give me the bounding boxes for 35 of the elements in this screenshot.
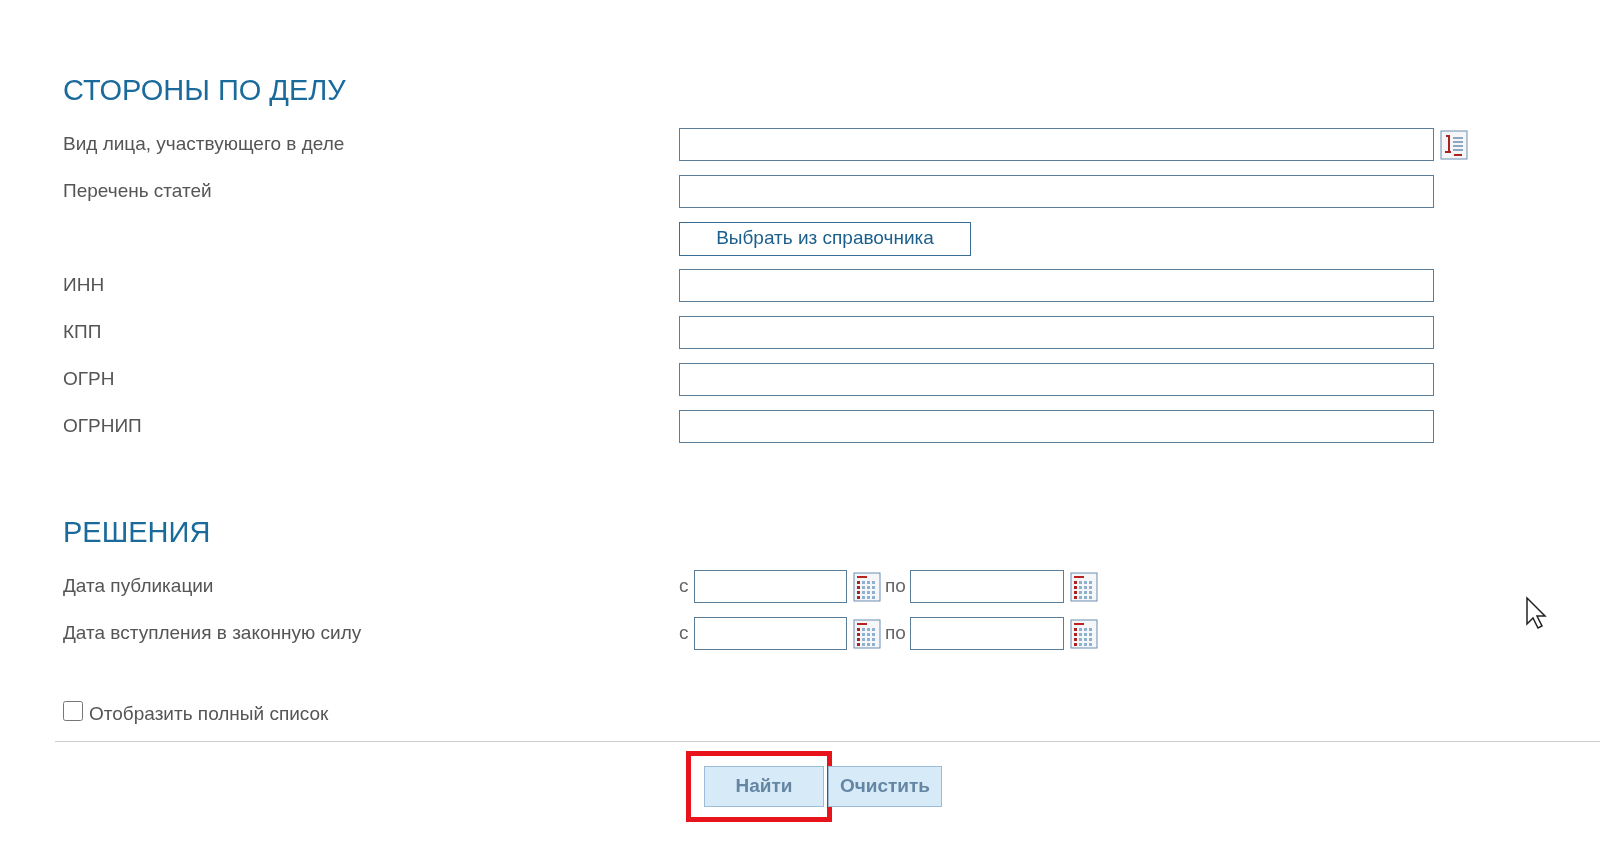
input-field[interactable] [679, 269, 1434, 302]
field-label: Дата вступления в законную силу [63, 621, 363, 646]
date-field[interactable] [909, 570, 1064, 603]
calendar-icon[interactable] [1069, 618, 1098, 649]
checkbox[interactable] [63, 701, 83, 721]
input-field[interactable] [679, 175, 1434, 208]
list-icon[interactable] [1440, 129, 1468, 160]
calendar-icon[interactable] [853, 571, 881, 602]
field-label: Вид лица, участвующего в деле [63, 132, 346, 157]
field-label: ОГРНИП [63, 414, 143, 439]
date-field[interactable] [909, 617, 1064, 650]
to-label: по [885, 621, 906, 646]
calendar-icon[interactable] [1069, 571, 1098, 602]
action-button[interactable]: Найти [704, 766, 824, 807]
checkbox-label: Отобразить полный список [89, 701, 329, 726]
from-label: с [679, 621, 690, 646]
date-field[interactable] [694, 570, 847, 603]
cursor-icon [1525, 596, 1549, 630]
input-field[interactable] [679, 128, 1434, 161]
date-field[interactable] [694, 617, 847, 650]
field-label: ИНН [63, 273, 106, 298]
directory-button[interactable]: Выбрать из справочника [679, 221, 971, 256]
field-label: ОГРН [63, 367, 116, 392]
input-field[interactable] [679, 363, 1434, 396]
to-label: по [885, 574, 906, 599]
action-button[interactable]: Очистить [828, 766, 942, 807]
input-field[interactable] [679, 316, 1434, 349]
section-title: СТОРОНЫ ПО ДЕЛУ [63, 73, 347, 108]
field-label: Дата публикации [63, 574, 215, 599]
calendar-icon[interactable] [853, 618, 881, 649]
field-label: КПП [63, 320, 103, 345]
input-field[interactable] [679, 410, 1434, 443]
field-label: Перечень статей [63, 179, 213, 204]
from-label: с [679, 574, 690, 599]
section-title: РЕШЕНИЯ [63, 515, 212, 550]
